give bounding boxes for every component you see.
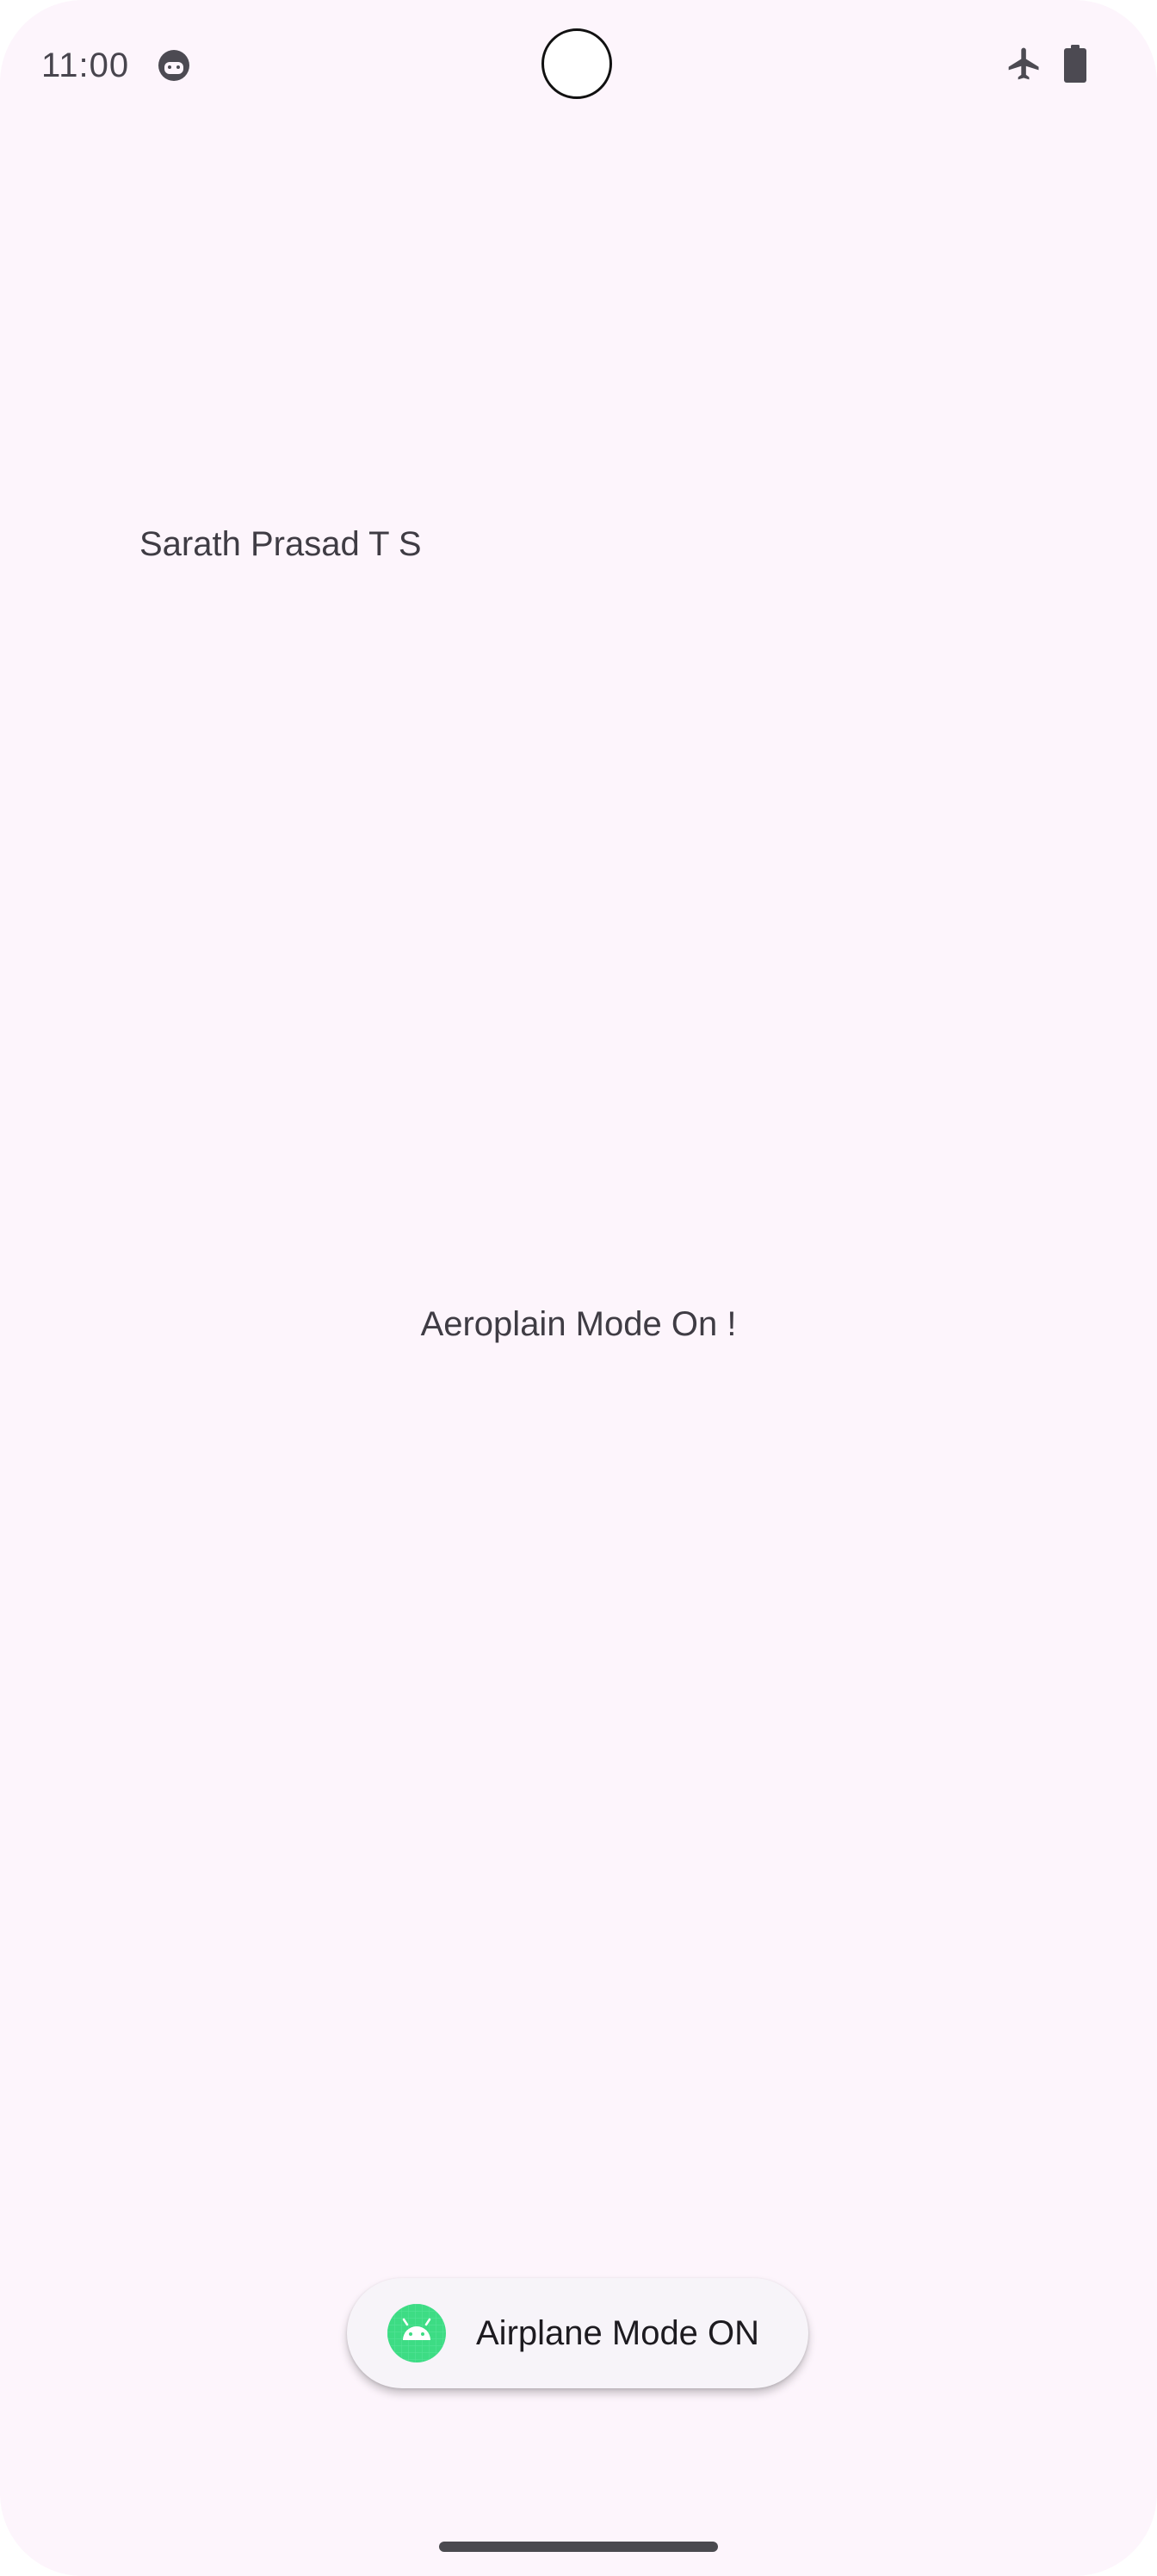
author-name-label: Sarath Prasad T S [139, 525, 422, 563]
gesture-navigation-handle[interactable] [439, 2542, 718, 2552]
status-bar: 11:00 [0, 0, 1157, 131]
status-time: 11:00 [41, 46, 130, 84]
android-icon [387, 2304, 446, 2362]
face-icon [158, 50, 189, 81]
camera-cutout [541, 28, 612, 99]
airplane-icon [1008, 47, 1039, 80]
phone-screen: 11:00 Sarath Prasad T S Aeroplain Mode O… [0, 0, 1157, 2576]
toast-notification: Airplane Mode ON [347, 2278, 808, 2388]
toast-text: Airplane Mode ON [476, 2314, 760, 2352]
airplane-mode-message: Aeroplain Mode On ! [420, 1305, 737, 1343]
battery-full-icon [1064, 45, 1086, 83]
